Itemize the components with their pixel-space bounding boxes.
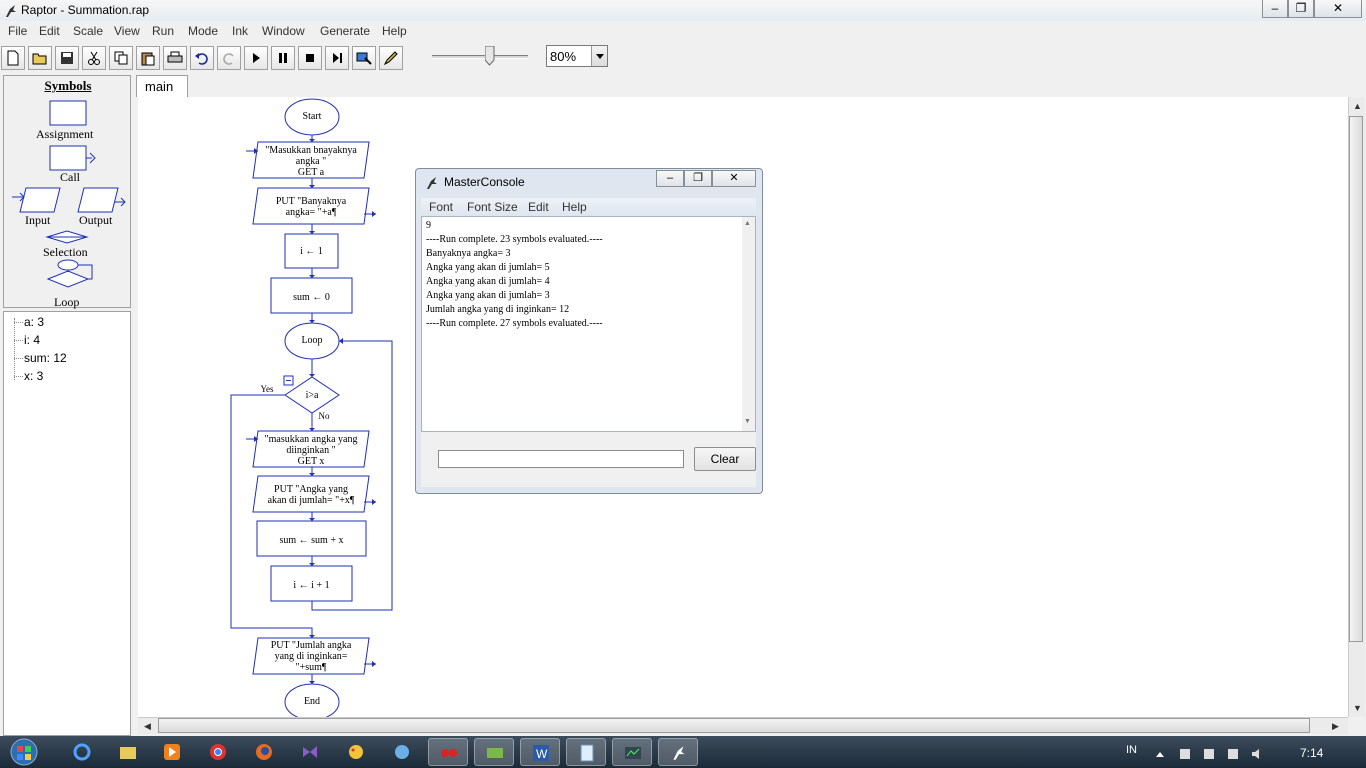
taskbar-paint[interactable] — [336, 738, 376, 766]
taskbar-firefox[interactable] — [244, 738, 284, 766]
close-icon: ✕ — [729, 172, 739, 184]
output-total-text: PUT "Jumlah angka yang di inginkan= "+su… — [253, 640, 369, 673]
console-line: 9 — [426, 220, 431, 231]
assign-sum-plus-text: sum ← sum + x — [279, 535, 344, 546]
media-icon — [487, 748, 503, 758]
console-close-button[interactable]: ✕ — [712, 170, 756, 187]
svg-text:W: W — [536, 747, 548, 761]
input-x-line: diinginkan " — [286, 445, 336, 456]
taskbar-explorer[interactable] — [108, 738, 148, 766]
word-icon: W — [533, 745, 549, 761]
console-title: MasterConsole — [444, 175, 525, 189]
minimize-icon: – — [666, 172, 674, 184]
scroll-left-icon[interactable]: ◀ — [144, 721, 151, 732]
taskbar-media-player[interactable] — [152, 738, 192, 766]
output-sum-line: akan di jumlah= "+x¶ — [267, 495, 355, 506]
console-restore-button[interactable]: ❐ — [684, 170, 712, 187]
raptor-icon — [673, 746, 685, 760]
console-input[interactable] — [438, 450, 684, 468]
console-menu-help[interactable]: Help — [562, 200, 587, 214]
console-menu-font[interactable]: Font — [429, 200, 453, 214]
taskbar-media[interactable] — [474, 738, 514, 766]
output-total-line: PUT "Jumlah angka — [270, 640, 352, 651]
raptor-console-icon — [427, 177, 437, 189]
input-x-text: "masukkan angka yang diinginkan " GET x — [253, 434, 369, 467]
input-a-text: "Masukkan bnayaknya angka " GET a — [253, 145, 369, 178]
visual-studio-icon — [303, 746, 317, 758]
console-scrollbar[interactable]: ▲ ▼ — [742, 217, 755, 431]
yes-label: Yes — [260, 384, 274, 394]
output-total-line: "+sum¶ — [295, 662, 327, 673]
paint-icon — [349, 745, 363, 759]
output-sum-line-text: PUT "Angka yang akan di jumlah= "+x¶ — [253, 484, 369, 506]
scroll-right-icon[interactable]: ▶ — [1332, 721, 1339, 732]
input-x-line: GET x — [297, 456, 325, 467]
console-menu-font-size[interactable]: Font Size — [467, 200, 518, 214]
firefox-icon — [256, 744, 272, 760]
output-count-line: angka= "+a¶ — [285, 207, 337, 218]
start-orb-icon[interactable] — [6, 737, 42, 767]
console-line: Banyaknya angka= 3 — [426, 248, 511, 259]
console-menu-bar: Font Font Size Edit Help — [421, 198, 756, 216]
taskbar-chrome[interactable] — [198, 738, 238, 766]
clock[interactable]: 7:14 — [1300, 746, 1323, 760]
console-line: Angka yang akan di jumlah= 5 — [426, 262, 550, 273]
taskbar-raptor[interactable] — [658, 738, 698, 766]
input-a-line: "Masukkan bnayaknya — [265, 145, 357, 156]
no-label: No — [318, 411, 330, 421]
chrome-icon — [210, 744, 226, 760]
input-x-line: "masukkan angka yang — [264, 434, 358, 445]
console-menu-edit[interactable]: Edit — [528, 200, 549, 214]
scroll-up-icon[interactable]: ▲ — [744, 220, 751, 227]
tray-monitor-icon[interactable] — [1228, 749, 1238, 759]
ie-icon — [73, 743, 91, 761]
tray-device-icon[interactable] — [1204, 749, 1214, 759]
decision-text: i>a — [305, 390, 319, 401]
taskbar-ie[interactable] — [62, 738, 102, 766]
console-minimize-button[interactable]: – — [656, 170, 684, 187]
language-indicator[interactable]: IN — [1126, 744, 1137, 756]
scroll-up-icon[interactable]: ▲ — [1353, 101, 1362, 111]
notepad-icon — [580, 744, 594, 762]
taskbar-visual-studio[interactable] — [290, 738, 330, 766]
cpu-icon — [625, 747, 641, 759]
output-count-line: PUT "Banyaknya — [275, 196, 347, 207]
vertical-scroll-thumb[interactable] — [1349, 116, 1363, 642]
console-line: ----Run complete. 27 symbols evaluated.-… — [426, 318, 603, 329]
horizontal-scroll-thumb[interactable] — [158, 718, 1310, 733]
taskbar-connect[interactable] — [428, 738, 468, 766]
assign-sum-text: sum ← 0 — [293, 292, 330, 303]
assign-i-plus-text: i ← i + 1 — [293, 580, 330, 591]
loop-label: Loop — [301, 335, 323, 346]
media-player-icon — [164, 744, 180, 760]
tray-volume-icon[interactable] — [1252, 749, 1259, 759]
output-total-line: yang di inginkan= — [274, 651, 348, 662]
start-label: Start — [302, 111, 322, 122]
console-line: Jumlah angka yang di inginkan= 12 — [426, 304, 570, 315]
input-a-line: angka " — [295, 156, 327, 167]
output-count-text: PUT "Banyaknya angka= "+a¶ — [253, 196, 369, 218]
console-line: Angka yang akan di jumlah= 4 — [426, 276, 550, 287]
tray-network-icon[interactable] — [1180, 749, 1190, 759]
assign-i-text: i ← 1 — [300, 246, 323, 257]
taskbar-notepad[interactable] — [566, 738, 606, 766]
explorer-icon — [120, 747, 136, 759]
taskbar-word[interactable]: W — [520, 738, 560, 766]
console-output[interactable]: 9 ----Run complete. 23 symbols evaluated… — [421, 216, 756, 432]
console-line: Angka yang akan di jumlah= 3 — [426, 290, 550, 301]
input-a-line: GET a — [297, 167, 325, 178]
clear-button[interactable]: Clear — [694, 447, 756, 471]
app-icon — [395, 745, 409, 759]
restore-icon: ❐ — [693, 172, 703, 184]
system-tray-icons — [1156, 749, 1259, 759]
scroll-down-icon[interactable]: ▼ — [1353, 703, 1362, 713]
taskbar-app[interactable] — [382, 738, 422, 766]
tray-expand-icon[interactable] — [1156, 752, 1164, 757]
output-sum-line: PUT "Angka yang — [274, 484, 348, 495]
console-line: ----Run complete. 23 symbols evaluated.-… — [426, 234, 603, 245]
connect-icon — [441, 749, 457, 757]
end-label: End — [303, 696, 321, 707]
taskbar-cpu[interactable] — [612, 738, 652, 766]
scroll-down-icon[interactable]: ▼ — [744, 418, 751, 425]
